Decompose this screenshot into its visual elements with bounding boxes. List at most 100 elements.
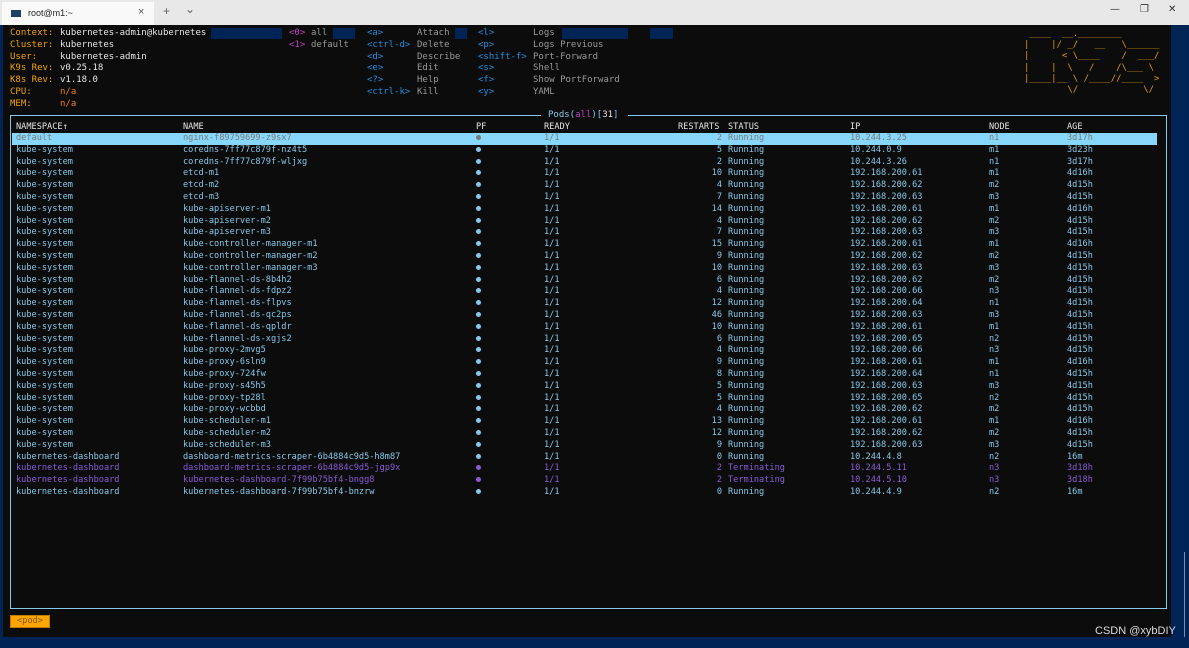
table-row[interactable]: kube-system coredns-7ff77c879f-nz4t5 1/1 5 R… [12,145,1157,157]
table-row[interactable]: kubernetes-dashboard dashboard-metrics-sc… [12,463,1157,475]
port-forward-dot-icon [476,394,481,400]
cell-namespace: kube-system [16,262,73,273]
cell-namespace: kube-system [16,239,73,250]
breadcrumb-pod[interactable]: <pod> [10,615,50,628]
table-row[interactable]: kube-system etcd-m1 1/1 10 Running 192.168.20… [12,168,1157,180]
hotkey-key[interactable]: <y> [478,87,494,98]
column-header-ready[interactable]: READY [544,122,570,133]
hotkey-key[interactable]: <d> [367,52,383,63]
cell-name: kube-controller-manager-m2 [183,251,318,261]
namespace-shortcut-key[interactable]: <1> [289,40,305,51]
terminal-tab[interactable]: root@m1:~ × [2,2,154,25]
terminal-edge-bottom [0,637,1189,648]
hotkey-key[interactable]: <p> [478,40,494,51]
column-header-namespace[interactable]: NAMESPACE↑ [16,122,68,133]
hotkey-label[interactable]: Describe [417,52,460,63]
hotkey-label[interactable]: Delete [417,40,450,51]
hotkey-label[interactable]: Attach [417,28,450,39]
table-row[interactable]: kube-system etcd-m3 1/1 7 Running 192.168.200… [12,192,1157,204]
table-row[interactable]: kube-system kube-scheduler-m2 1/1 12 Running… [12,428,1157,440]
table-row[interactable]: kube-system kube-apiserver-m2 1/1 4 Running 1… [12,216,1157,228]
hotkey-key[interactable]: <ctrl-k> [367,87,410,98]
tab-close-icon[interactable]: × [138,6,144,18]
info-value: n/a [60,87,77,97]
hotkey-label[interactable]: Help [417,75,439,86]
cell-ip: 192.168.200.61 [850,416,923,427]
hotkey-key[interactable]: <shift-f> [478,52,527,63]
table-row[interactable]: kube-system kube-controller-manager-m1 1/1… [12,239,1157,251]
column-header-status[interactable]: STATUS [728,122,759,133]
hotkey-key[interactable]: <a> [367,28,383,39]
hotkey-label[interactable]: Logs Previous [533,40,603,51]
table-row[interactable]: kube-system kube-apiserver-m1 1/1 14 Running… [12,204,1157,216]
cell-restarts: 10 [711,262,722,273]
hotkey-label[interactable]: Show PortForward [533,75,620,86]
namespace-shortcut-label[interactable]: default [311,40,349,51]
table-row[interactable]: kube-system kube-flannel-ds-8b4h2 1/1 6 Runn… [12,275,1157,287]
column-header-age[interactable]: AGE [1067,122,1083,133]
new-tab-button[interactable]: + [163,4,170,18]
minimize-button[interactable]: — [1110,4,1120,15]
namespace-shortcut-label[interactable]: all [311,28,327,39]
cell-namespace: kube-system [16,156,73,167]
table-row[interactable]: kubernetes-dashboard kubernetes-dashboard… [12,475,1157,487]
table-row[interactable]: kube-system kube-proxy-s45h5 1/1 5 Running 19… [12,381,1157,393]
table-row[interactable]: kube-system kube-proxy-6sln9 1/1 9 Running 19… [12,357,1157,369]
table-row[interactable]: kubernetes-dashboard dashboard-metrics-sc… [12,452,1157,464]
cell-node: m2 [989,428,1000,438]
maximize-button[interactable]: ❐ [1140,4,1149,15]
cell-namespace: kube-system [16,357,73,368]
logo-line: | | \ / /\___ \ [1024,62,1160,73]
namespace-shortcut-key[interactable]: <0> [289,28,305,39]
column-header-ip[interactable]: IP [850,122,860,133]
cell-status: Running [728,439,765,450]
table-row[interactable]: kube-system kube-proxy-wcbbd 1/1 4 Running 19… [12,404,1157,416]
table-row[interactable]: kube-system kube-proxy-tp28l 1/1 5 Running 19… [12,393,1157,405]
table-row[interactable]: kube-system kube-scheduler-m3 1/1 9 Running 1… [12,440,1157,452]
hotkey-label[interactable]: YAML [533,87,555,98]
column-header-pf[interactable]: PF [476,122,486,133]
table-row[interactable]: kube-system kube-controller-manager-m3 1/1… [12,263,1157,275]
table-row[interactable]: kube-system kube-proxy-2mvg5 1/1 4 Running 19… [12,345,1157,357]
hotkey-key[interactable]: <ctrl-d> [367,40,410,51]
hotkey-label[interactable]: Shell [533,63,560,74]
table-row[interactable]: kube-system kube-controller-manager-m2 1/1… [12,251,1157,263]
hotkey-label[interactable]: Logs [533,28,555,39]
cell-ready: 1/1 [544,321,560,332]
column-header-node[interactable]: NODE [989,122,1010,133]
hotkey-label[interactable]: Kill [417,87,439,98]
cell-node: n2 [989,392,1000,403]
title-count: 31 [602,110,614,120]
cell-namespace: kubernetes-dashboard [16,487,120,497]
table-row[interactable]: kube-system kube-flannel-ds-xgjs2 1/1 6 Runn… [12,334,1157,346]
hotkey-key[interactable]: <e> [367,63,383,74]
table-row[interactable]: default nginx-f89759699-z9sx7 1/1 2 Running 1… [12,133,1157,145]
hotkey-key[interactable]: <l> [478,28,494,39]
hotkey-key[interactable]: <?> [367,75,383,86]
table-row[interactable]: kube-system kube-proxy-724fw 1/1 8 Running 19… [12,369,1157,381]
column-header-restarts[interactable]: RESTARTS [678,122,719,133]
table-row[interactable]: kube-system kube-scheduler-m1 1/1 13 Running… [12,416,1157,428]
hotkey-key[interactable]: <f> [478,75,494,86]
table-row[interactable]: kube-system kube-flannel-ds-qc2ps 1/1 46 Run… [12,310,1157,322]
cell-namespace: kubernetes-dashboard [16,451,120,462]
hotkey-key[interactable]: <s> [478,63,494,74]
cell-ip: 192.168.200.63 [850,439,923,450]
hotkey-label[interactable]: Edit [417,63,439,74]
table-row[interactable]: kube-system kube-flannel-ds-fdpz2 1/1 4 Runn… [12,286,1157,298]
cell-name: kube-flannel-ds-fdpz2 [183,286,292,297]
table-row[interactable]: kube-system kube-flannel-ds-qpldr 1/1 10 Run… [12,322,1157,334]
table-row[interactable]: kube-system kube-apiserver-m3 1/1 7 Running 1… [12,227,1157,239]
column-header-name[interactable]: NAME [183,122,204,133]
scrollbar-thumb[interactable] [1184,552,1185,637]
terminal-scroll-area[interactable] [1171,25,1189,648]
table-row[interactable]: kube-system etcd-m2 1/1 4 Running 192.168.200… [12,180,1157,192]
hotkey-label[interactable]: Port-Forward [533,52,598,63]
tab-dropdown-button[interactable]: ⌄ [185,2,195,16]
table-row[interactable]: kube-system coredns-7ff77c879f-wljxg 1/1 2 R… [12,157,1157,169]
table-row[interactable]: kubernetes-dashboard kubernetes-dashboard… [12,487,1157,499]
pf-cell [476,381,481,393]
table-row[interactable]: kube-system kube-flannel-ds-flpvs 1/1 12 Run… [12,298,1157,310]
close-window-button[interactable]: ✕ [1168,4,1176,15]
cell-ready: 1/1 [544,345,560,356]
